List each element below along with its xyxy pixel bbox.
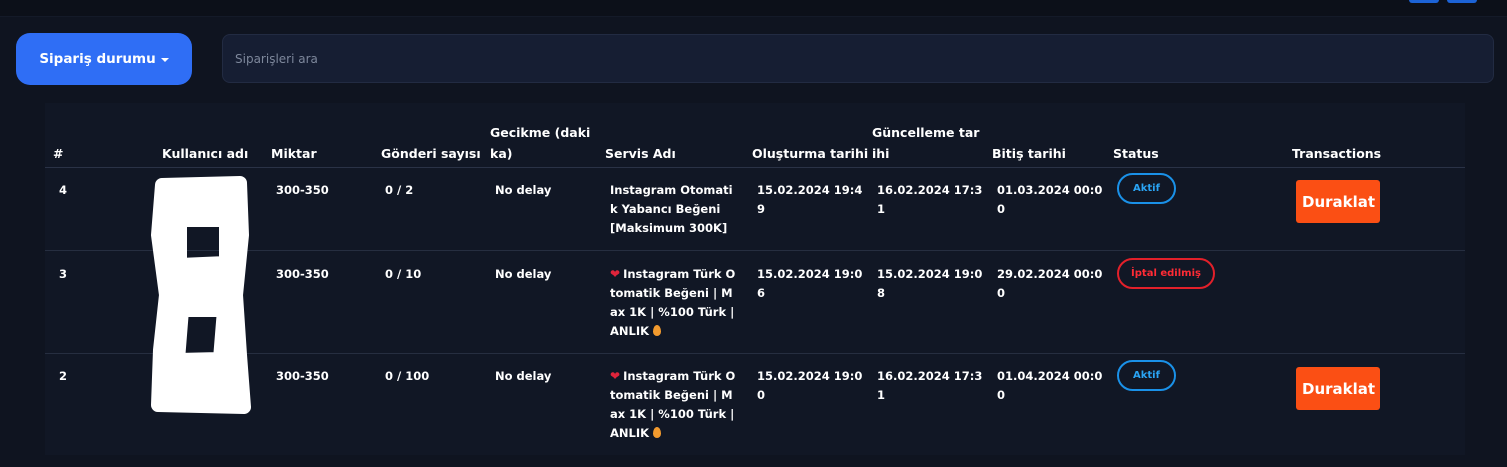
header-status: Status xyxy=(1113,146,1159,161)
header-sent-count: Gönderi sayısı xyxy=(381,146,481,161)
order-created-at: 15.02.2024 19:06 xyxy=(757,267,863,300)
navbar-accent xyxy=(1447,0,1477,3)
service-name-text: Instagram Türk Otomatik Beğeni | Max 1K … xyxy=(610,267,736,338)
header-updated-at: Güncelleme tarihi xyxy=(872,125,980,161)
order-sent-count: 0 / 100 xyxy=(385,369,430,383)
order-end-date: 29.02.2024 00:00 xyxy=(997,267,1103,300)
order-service-name: Instagram Otomatik Yabancı Beğeni [Maksi… xyxy=(610,181,736,238)
fire-icon xyxy=(653,325,662,336)
order-created-at: 15.02.2024 19:49 xyxy=(757,183,863,216)
header-service-name: Servis Adı xyxy=(605,146,676,161)
header-quantity: Miktar xyxy=(271,146,317,161)
status-badge-cancelled: İptal edilmiş xyxy=(1117,258,1215,289)
top-navbar xyxy=(0,0,1507,17)
pause-order-button[interactable]: Duraklat xyxy=(1296,180,1380,223)
service-name-text: Instagram Otomatik Yabancı Beğeni [Maksi… xyxy=(610,183,733,235)
header-created-at: Oluşturma tarihi xyxy=(752,146,869,161)
order-end-date: 01.04.2024 00:00 xyxy=(997,369,1103,402)
header-divider xyxy=(45,167,1465,168)
navbar-accent xyxy=(1409,0,1439,3)
header-username: Kullanıcı adı xyxy=(162,146,249,161)
order-delay: No delay xyxy=(495,369,552,383)
pause-order-button[interactable]: Duraklat xyxy=(1296,367,1380,410)
status-badge-active: Aktif xyxy=(1117,173,1176,204)
order-service-name: ❤ Instagram Türk Otomatik Beğeni | Max 1K… xyxy=(610,265,736,341)
order-sent-count: 0 / 10 xyxy=(385,267,422,281)
order-quantity: 300-350 xyxy=(276,267,329,281)
header-id: # xyxy=(53,146,64,161)
order-sent-count: 0 / 2 xyxy=(385,183,414,197)
order-status-label: Sipariş durumu xyxy=(39,51,156,67)
fire-icon xyxy=(653,427,662,438)
header-end-date: Bitiş tarihi xyxy=(992,146,1066,161)
order-quantity: 300-350 xyxy=(276,369,329,383)
order-status-dropdown-button[interactable]: Sipariş durumu xyxy=(16,33,192,85)
order-end-date: 01.03.2024 00:00 xyxy=(997,183,1103,216)
order-updated-at: 16.02.2024 17:31 xyxy=(877,369,983,402)
header-transactions: Transactions xyxy=(1292,146,1382,161)
red-heart-icon: ❤ xyxy=(610,369,621,383)
order-delay: No delay xyxy=(495,183,552,197)
red-heart-icon: ❤ xyxy=(610,267,621,281)
order-updated-at: 16.02.2024 17:31 xyxy=(877,183,983,216)
order-search-input[interactable] xyxy=(222,34,1494,83)
service-name-text: Instagram Türk Otomatik Beğeni | Max 1K … xyxy=(610,369,736,440)
order-id: 4 xyxy=(59,183,68,197)
order-created-at: 15.02.2024 19:00 xyxy=(757,369,863,402)
status-badge-active: Aktif xyxy=(1117,360,1176,391)
caret-down-icon xyxy=(160,58,169,62)
header-delay: Gecikme (dakika) xyxy=(490,125,591,161)
order-delay: No delay xyxy=(495,267,552,281)
redaction-scribble xyxy=(151,176,251,414)
order-id: 3 xyxy=(59,267,68,281)
orders-page: Sipariş durumu # Kullanıcı adı Miktar Gö… xyxy=(0,0,1507,467)
order-id: 2 xyxy=(59,369,68,383)
order-quantity: 300-350 xyxy=(276,183,329,197)
order-updated-at: 15.02.2024 19:08 xyxy=(877,267,983,300)
order-service-name: ❤ Instagram Türk Otomatik Beğeni | Max 1K… xyxy=(610,367,736,443)
